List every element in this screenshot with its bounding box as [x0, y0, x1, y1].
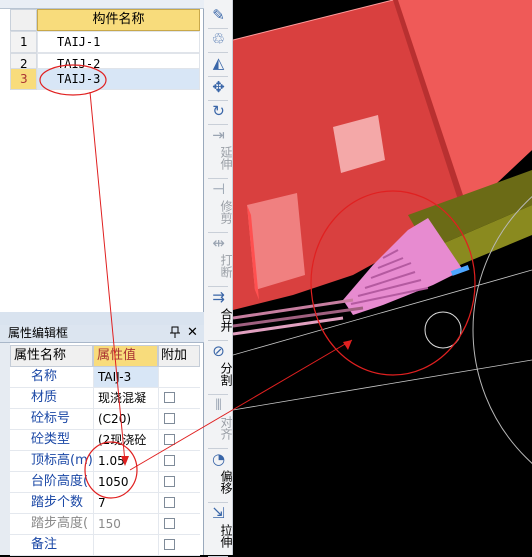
- property-grid-left-strip: [0, 343, 10, 555]
- merge-icon[interactable]: ⇉: [204, 288, 233, 306]
- toolbar-separator: [208, 178, 228, 179]
- toolbar-label[interactable]: 延伸: [204, 146, 233, 170]
- brush-icon[interactable]: ✎: [204, 6, 233, 24]
- property-name: 名称: [10, 367, 93, 388]
- close-icon[interactable]: ✕: [187, 325, 198, 341]
- extra-checkbox[interactable]: [164, 455, 175, 466]
- property-extra-cell: [158, 430, 200, 451]
- toolbar-label[interactable]: 打断: [204, 254, 233, 278]
- break-icon[interactable]: ⇹: [204, 234, 233, 252]
- split-icon[interactable]: ⊘: [204, 342, 233, 360]
- toolbar-label[interactable]: 对齐: [204, 416, 233, 440]
- toolbar-separator: [208, 448, 228, 449]
- toolbar-separator: [208, 340, 228, 341]
- property-extra-cell: [158, 388, 200, 409]
- drawing-canvas[interactable]: [233, 0, 532, 555]
- list-top-bar: [0, 0, 204, 9]
- property-value-field[interactable]: 1050: [93, 472, 158, 493]
- stretch-icon[interactable]: ⇲: [204, 504, 233, 522]
- toolbar-separator: [208, 232, 228, 233]
- canvas-scene: [233, 0, 532, 464]
- toolbar-separator: [208, 76, 228, 77]
- property-extra-cell: [158, 409, 200, 430]
- list-panel-bottom-edge: [0, 312, 204, 325]
- paint-icon[interactable]: ♲: [204, 30, 233, 48]
- mirror-icon[interactable]: ◭: [204, 54, 233, 72]
- property-name: 踏步高度(: [10, 514, 93, 535]
- toolbar-label[interactable]: 偏移: [204, 470, 233, 494]
- align-icon[interactable]: ⫴: [204, 396, 233, 414]
- property-value-field[interactable]: 现浇混凝: [93, 388, 158, 409]
- extend-icon[interactable]: ⇥: [204, 126, 233, 144]
- list-row-index-selected[interactable]: 3: [10, 68, 37, 90]
- list-item-taij-3[interactable]: TAIJ-3: [37, 68, 200, 90]
- property-name: 备注: [10, 535, 93, 556]
- property-extra-cell: [158, 451, 200, 472]
- pin-icon[interactable]: [170, 326, 180, 342]
- list-header-corner: [10, 9, 37, 31]
- property-name: 顶标高(m): [10, 451, 93, 472]
- property-value-field[interactable]: (C20): [93, 409, 158, 430]
- property-extra-cell: [158, 493, 200, 514]
- toolbar-label[interactable]: 拉伸: [204, 524, 233, 548]
- property-extra-cell: [158, 472, 200, 493]
- property-extra-cell: [158, 367, 200, 388]
- property-value-field[interactable]: 150: [93, 514, 158, 535]
- rotate-icon[interactable]: ↻: [204, 102, 233, 120]
- property-value-field[interactable]: [93, 535, 158, 556]
- extra-checkbox[interactable]: [164, 434, 175, 445]
- trim-icon[interactable]: ⊣: [204, 180, 233, 198]
- extra-checkbox[interactable]: [164, 392, 175, 403]
- property-value-field[interactable]: 7: [93, 493, 158, 514]
- toolbar-separator: [208, 52, 228, 53]
- toolbar-label[interactable]: 合并: [204, 308, 233, 332]
- property-name: 砼标号: [10, 409, 93, 430]
- guide-line: [233, 359, 532, 411]
- extra-checkbox[interactable]: [164, 518, 175, 529]
- extra-checkbox[interactable]: [164, 413, 175, 424]
- property-name-header[interactable]: 属性名称: [10, 345, 93, 367]
- offset-icon[interactable]: ◔: [204, 450, 233, 468]
- property-name: 材质: [10, 388, 93, 409]
- property-name: 砼类型: [10, 430, 93, 451]
- extra-checkbox[interactable]: [164, 476, 175, 487]
- list-item-taij-1[interactable]: TAIJ-1: [37, 31, 200, 53]
- move-icon[interactable]: ✥: [204, 78, 233, 96]
- toolbar-separator: [208, 502, 228, 503]
- toolbar-separator: [208, 100, 228, 101]
- toolbar-label[interactable]: 修剪: [204, 200, 233, 224]
- property-extra-header[interactable]: 附加: [158, 345, 200, 367]
- property-editor-title: 属性编辑框: [8, 326, 69, 340]
- property-name: 踏步个数: [10, 493, 93, 514]
- list-row-index[interactable]: 1: [10, 31, 37, 53]
- property-name: 台阶高度(: [10, 472, 93, 493]
- toolbar-separator: [208, 124, 228, 125]
- component-name-column-header[interactable]: 构件名称: [37, 9, 200, 31]
- extra-checkbox[interactable]: [164, 497, 175, 508]
- toolbar-separator: [208, 394, 228, 395]
- property-extra-cell: [158, 535, 200, 556]
- toolbar-separator: [208, 286, 228, 287]
- property-value-field[interactable]: 1.05: [93, 451, 158, 472]
- toolbar-label[interactable]: 分割: [204, 362, 233, 386]
- property-extra-cell: [158, 514, 200, 535]
- property-value-header[interactable]: 属性值: [93, 345, 158, 367]
- property-value-field[interactable]: TAIJ-3: [93, 367, 158, 388]
- toolbar-separator: [208, 28, 228, 29]
- extra-checkbox[interactable]: [164, 539, 175, 550]
- property-value-field[interactable]: (2现浇砼: [93, 430, 158, 451]
